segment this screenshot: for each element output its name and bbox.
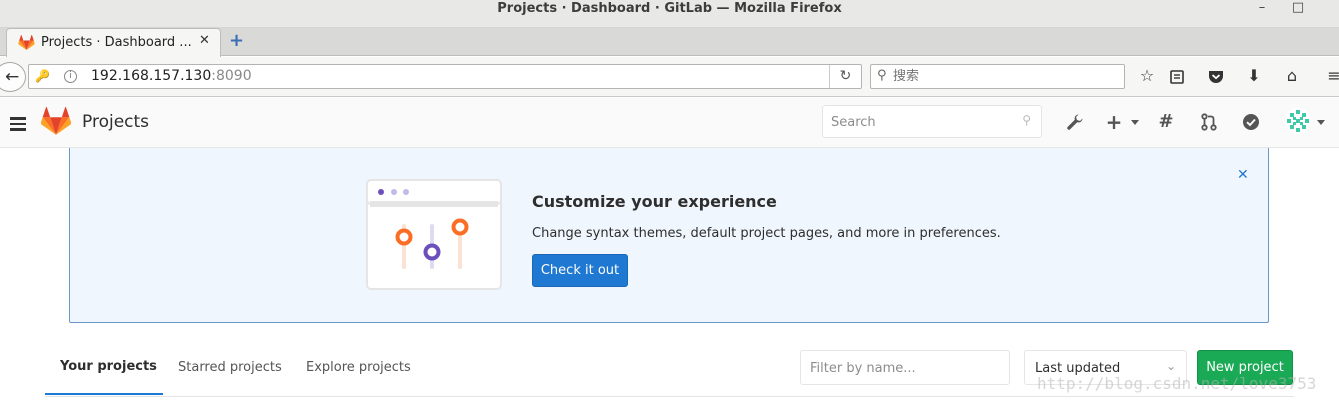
callout-heading: Customize your experience xyxy=(532,192,777,211)
gitlab-search-box[interactable]: ⚲ xyxy=(822,105,1042,138)
gitlab-search-input[interactable] xyxy=(831,113,1011,131)
browser-tab-title: Projects · Dashboard ... xyxy=(41,35,192,50)
bookmark-star-icon[interactable]: ☆ xyxy=(1136,66,1158,88)
new-dropdown-icon[interactable]: + xyxy=(1105,111,1123,133)
reading-list-icon[interactable] xyxy=(1166,66,1188,88)
hamburger-menu-icon[interactable] xyxy=(10,117,26,131)
tab-explore-projects[interactable]: Explore projects xyxy=(306,360,411,375)
admin-wrench-icon[interactable] xyxy=(1065,111,1085,133)
watermark: http://blog.csdn.net/love3753 xyxy=(1037,374,1317,393)
downloads-icon[interactable]: ⬇ xyxy=(1243,66,1265,88)
chevron-down-icon[interactable] xyxy=(1131,120,1139,125)
url-text[interactable]: 192.168.157.130:8090 xyxy=(91,68,252,84)
merge-requests-icon[interactable] xyxy=(1199,111,1219,133)
search-icon: ⚲ xyxy=(877,68,887,83)
info-icon[interactable]: i xyxy=(64,70,77,83)
url-host: 192.168.157.130 xyxy=(91,68,212,84)
pocket-icon[interactable] xyxy=(1205,66,1227,88)
filter-by-name-box[interactable] xyxy=(800,350,1010,385)
chevron-down-icon[interactable] xyxy=(1317,120,1325,125)
new-tab-button[interactable]: + xyxy=(229,31,244,51)
key-icon[interactable]: 🔑 xyxy=(35,69,50,83)
reload-icon[interactable]: ↻ xyxy=(829,65,861,88)
issues-hash-icon[interactable]: # xyxy=(1156,111,1176,133)
chevron-down-icon: ⌄ xyxy=(1165,359,1176,373)
url-port: :8090 xyxy=(211,68,252,84)
gitlab-favicon-icon xyxy=(18,35,35,50)
active-tab-indicator xyxy=(45,393,163,395)
search-icon: ⚲ xyxy=(1022,113,1031,127)
gitlab-header: Projects ⚲ + # xyxy=(0,98,1339,148)
page-title: Projects xyxy=(82,112,150,132)
window-titlebar: Projects · Dashboard · GitLab — Mozilla … xyxy=(0,0,1339,28)
back-arrow-icon: ← xyxy=(5,67,20,87)
browser-search-box[interactable]: ⚲ xyxy=(870,64,1125,89)
browser-tab[interactable]: Projects · Dashboard ... ✕ xyxy=(6,28,221,57)
close-icon[interactable]: ✕ xyxy=(1237,167,1249,183)
maximize-button[interactable]: □ xyxy=(1288,0,1308,18)
browser-tab-strip: Projects · Dashboard ... ✕ + xyxy=(0,28,1339,57)
minimize-button[interactable]: – xyxy=(1252,0,1272,18)
check-it-out-button[interactable]: Check it out xyxy=(532,254,628,287)
tab-your-projects[interactable]: Your projects xyxy=(60,359,157,374)
tab-starred-projects[interactable]: Starred projects xyxy=(178,360,282,375)
menu-icon[interactable]: ≡ xyxy=(1323,66,1339,88)
close-tab-icon[interactable]: ✕ xyxy=(199,33,210,48)
browser-nav-toolbar: ← 🔑 i 192.168.157.130:8090 ↻ ⚲ ☆ ⬇ ⌂ ≡ xyxy=(0,57,1339,97)
preferences-illustration-icon xyxy=(366,179,502,290)
window-title: Projects · Dashboard · GitLab — Mozilla … xyxy=(497,1,842,16)
customize-callout: Customize your experience Change syntax … xyxy=(69,148,1269,323)
filter-by-name-input[interactable] xyxy=(810,359,1000,377)
user-avatar[interactable] xyxy=(1285,108,1311,134)
callout-description: Change syntax themes, default project pa… xyxy=(532,226,1001,241)
todos-check-icon[interactable] xyxy=(1241,111,1261,133)
url-bar[interactable]: 🔑 i 192.168.157.130:8090 ↻ xyxy=(28,64,862,89)
browser-search-input[interactable] xyxy=(893,67,1118,86)
back-button[interactable]: ← xyxy=(0,62,26,92)
home-icon[interactable]: ⌂ xyxy=(1281,66,1303,88)
gitlab-logo-icon[interactable] xyxy=(41,107,71,135)
